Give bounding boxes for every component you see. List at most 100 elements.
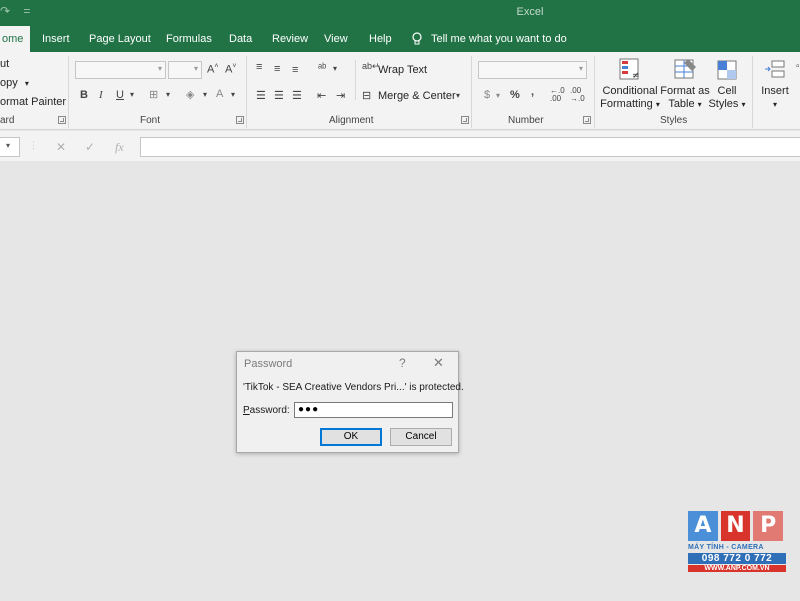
format-painter-button[interactable]: ormat Painter <box>0 96 66 108</box>
watermark-letter-p: P <box>753 511 784 541</box>
tab-home[interactable]: ome <box>0 26 30 52</box>
cell-styles-label-1: Cell <box>717 85 737 97</box>
password-field[interactable]: ●●● <box>294 402 453 418</box>
cell-styles-dropdown-icon: ▾ <box>741 100 746 109</box>
cell-styles-label-2: Styles <box>708 98 739 110</box>
name-box-dropdown-icon[interactable]: ▾ <box>6 141 10 150</box>
password-label-accesskey: P <box>243 405 250 416</box>
insert-function-icon[interactable]: fx <box>115 140 124 155</box>
name-box[interactable]: ▾ <box>0 137 20 157</box>
tell-me-search[interactable]: Tell me what you want to do <box>411 26 567 52</box>
font-group-label: Font <box>140 115 161 126</box>
orientation-icon[interactable]: ᵃᵇ <box>318 62 326 74</box>
close-icon[interactable]: ✕ <box>433 355 444 371</box>
insert-cells-button[interactable]: Insert ▾ <box>758 57 792 111</box>
divider <box>471 56 472 128</box>
ribbon: ut opy ▾ ormat Painter ard A˄ A˅ B I U ▾… <box>0 52 800 130</box>
align-bottom-icon[interactable]: ≡ <box>292 64 298 76</box>
font-size-combo[interactable] <box>168 61 202 79</box>
format-table-label-2: Table <box>668 98 695 110</box>
watermark-letter-n: N <box>720 511 751 541</box>
watermark-tagline: MÁY TÍNH - CAMERA <box>688 544 764 551</box>
svg-text:≠: ≠ <box>632 71 640 81</box>
formula-bar: ▾ ⋮ ✕ ✓ fx <box>0 131 800 161</box>
format-table-icon <box>674 59 696 79</box>
watermark-phone: 098 772 0 772 <box>688 553 786 564</box>
copy-dropdown-icon[interactable]: ▾ <box>25 79 29 88</box>
percent-button[interactable]: % <box>510 89 520 101</box>
tab-view[interactable]: View <box>322 26 350 52</box>
align-center-icon[interactable]: ☰ <box>274 89 284 102</box>
insert-cells-icon <box>765 60 785 78</box>
watermark-letters: A N P <box>688 511 786 541</box>
decrease-indent-icon[interactable]: ⇤ <box>317 89 326 102</box>
clipboard-launcher-icon[interactable] <box>58 116 66 124</box>
italic-button[interactable]: I <box>99 89 103 101</box>
formula-input[interactable] <box>140 137 800 157</box>
wrap-text-icon: ab↵ <box>362 61 380 71</box>
format-table-dropdown-icon: ▾ <box>697 100 702 109</box>
orientation-dropdown-icon[interactable]: ▾ <box>333 64 337 73</box>
divider <box>752 56 753 128</box>
merge-center-button[interactable]: Merge & Center <box>378 90 456 102</box>
underline-button[interactable]: U <box>116 89 124 101</box>
divider <box>246 56 247 128</box>
align-top-icon[interactable]: ≡ <box>256 61 262 73</box>
password-label: Password: <box>243 405 290 416</box>
tab-review[interactable]: Review <box>270 26 310 52</box>
merge-center-icon: ⊟ <box>362 90 372 102</box>
conditional-formatting-label-2: Formatting <box>600 98 653 110</box>
align-middle-icon[interactable]: ≡ <box>274 63 280 75</box>
cell-styles-button[interactable]: Cell Styles ▾ <box>708 57 746 111</box>
cut-button[interactable]: ut <box>0 58 9 70</box>
help-icon[interactable]: ? <box>399 356 406 370</box>
number-launcher-icon[interactable] <box>583 116 591 124</box>
styles-group-label: Styles <box>660 115 688 126</box>
conditional-formatting-button[interactable]: ≠ Conditional Formatting ▾ <box>600 57 660 111</box>
cancel-formula-icon[interactable]: ✕ <box>56 140 66 154</box>
delete-cells-icon[interactable]: ▫ <box>796 61 800 72</box>
increase-indent-icon[interactable]: ⇥ <box>336 89 345 102</box>
currency-button[interactable]: $ <box>484 89 490 101</box>
fill-color-icon[interactable]: ◈ <box>186 88 194 101</box>
tab-help[interactable]: Help <box>367 26 394 52</box>
enter-formula-icon[interactable]: ✓ <box>85 140 95 154</box>
bold-button[interactable]: B <box>80 89 88 101</box>
tab-data[interactable]: Data <box>227 26 254 52</box>
tab-formulas[interactable]: Formulas <box>164 26 214 52</box>
align-right-icon[interactable]: ☰ <box>292 89 302 102</box>
font-color-dropdown-icon[interactable]: ▾ <box>231 90 235 99</box>
tab-page-layout[interactable]: Page Layout <box>87 26 153 52</box>
dialog-title: Password <box>244 358 293 370</box>
cancel-button[interactable]: Cancel <box>390 428 452 446</box>
ok-button[interactable]: OK <box>320 428 382 446</box>
number-format-combo[interactable] <box>478 61 587 79</box>
divider <box>355 60 356 100</box>
borders-icon[interactable]: ⊞ <box>149 88 158 101</box>
tab-insert[interactable]: Insert <box>40 26 72 52</box>
currency-dropdown-icon[interactable]: ▾ <box>496 91 500 100</box>
conditional-formatting-label-1: Conditional <box>602 85 658 97</box>
increase-decimal-icon[interactable]: ←.0.00 <box>550 87 565 103</box>
alignment-launcher-icon[interactable] <box>461 116 469 124</box>
borders-dropdown-icon[interactable]: ▾ <box>166 90 170 99</box>
protected-message: 'TikTok - SEA Creative Vendors Pri...' i… <box>243 382 464 393</box>
underline-dropdown-icon[interactable]: ▾ <box>130 90 134 99</box>
decrease-decimal-icon[interactable]: .00 →.0 <box>570 87 585 103</box>
wrap-text-button[interactable]: Wrap Text <box>378 64 427 76</box>
merge-dropdown-icon[interactable]: ▾ <box>456 91 460 100</box>
align-left-icon[interactable]: ☰ <box>256 89 266 102</box>
font-name-combo[interactable] <box>75 61 166 79</box>
format-table-label-1: Format as <box>660 85 710 97</box>
copy-button[interactable]: opy ▾ <box>0 77 29 89</box>
fill-dropdown-icon[interactable]: ▾ <box>203 90 207 99</box>
comma-button[interactable]: , <box>531 86 534 98</box>
copy-label: opy <box>0 77 18 89</box>
increase-font-icon[interactable]: A˄ <box>207 63 218 76</box>
tell-me-text: Tell me what you want to do <box>431 33 567 45</box>
decrease-font-icon[interactable]: A˅ <box>225 63 236 76</box>
font-color-icon[interactable]: A <box>216 88 223 100</box>
format-as-table-button[interactable]: Format as Table ▾ <box>660 57 710 111</box>
font-launcher-icon[interactable] <box>236 116 244 124</box>
title-bar: ↷ = Excel <box>0 0 800 26</box>
